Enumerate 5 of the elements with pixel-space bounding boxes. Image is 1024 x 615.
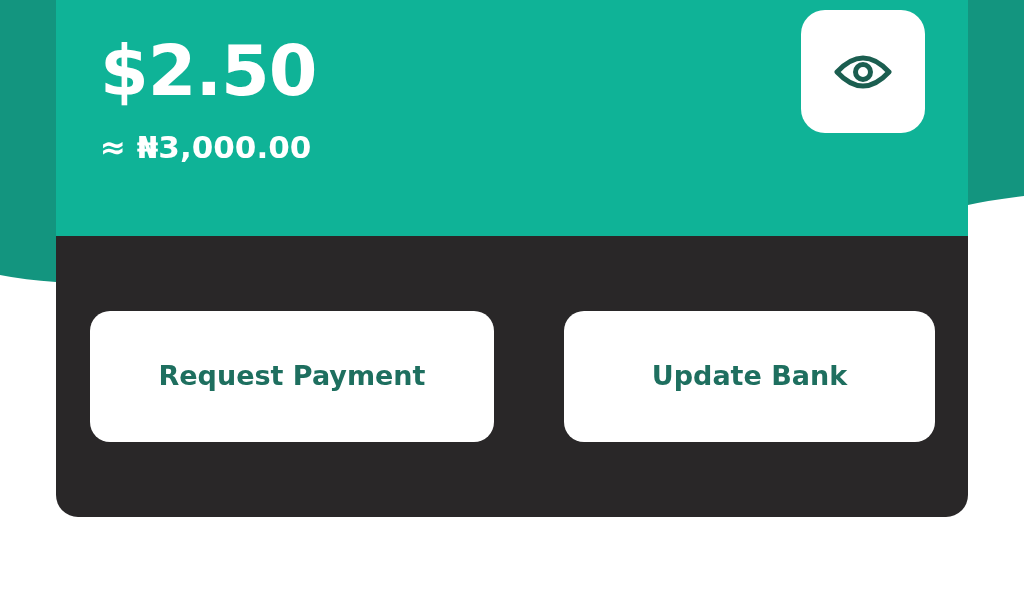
action-button[interactable]: Request Payment [90,311,494,442]
show-balance-button[interactable] [801,10,925,133]
balance-amount: $2.50 [100,36,317,106]
action-button[interactable]: Update Bank [564,311,935,442]
converted-balance: ≈ ₦3,000.00 [100,132,313,163]
